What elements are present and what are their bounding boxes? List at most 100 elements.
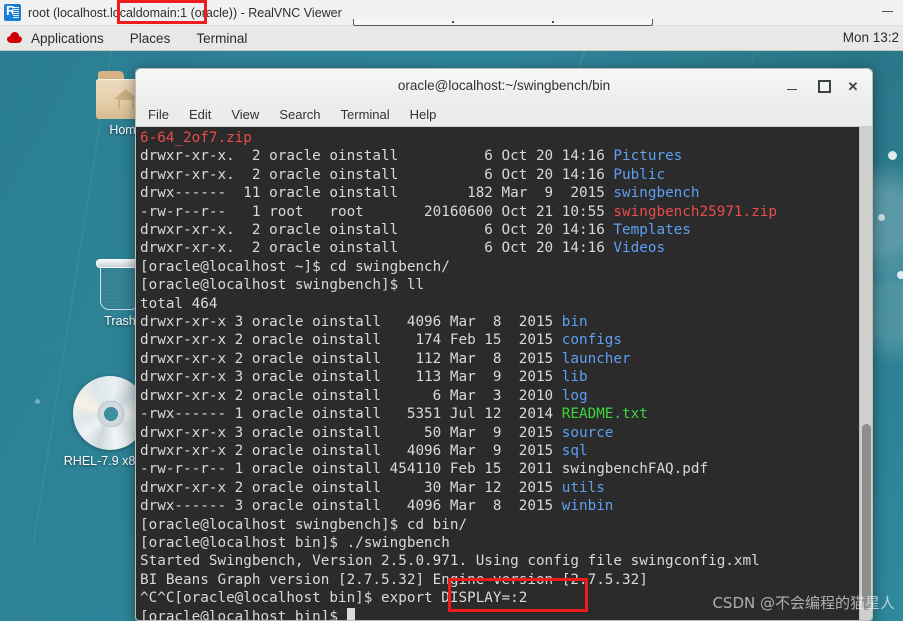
terminal-line: [oracle@localhost swingbench]$ cd bin/	[140, 516, 859, 534]
terminal-text: README.txt	[561, 406, 648, 423]
terminal-text: total 464	[140, 295, 218, 312]
desktop-icon-label-trash: Trash	[104, 314, 136, 328]
minimize-icon[interactable]	[784, 78, 800, 94]
terminal-cursor	[346, 607, 355, 620]
terminal-text: log	[561, 387, 588, 404]
terminal-text: drwxr-xr-x. 2 oracle oinstall 6 Oct 20 1…	[140, 222, 614, 239]
terminal-line: drwxr-xr-x 2 oracle oinstall 4096 Mar 9 …	[140, 442, 859, 460]
terminal-window-title: oracle@localhost:~/swingbench/bin	[397, 78, 611, 93]
terminal-line: -rw-r--r-- 1 oracle oinstall 454110 Feb …	[140, 460, 859, 478]
terminal-text: drwxr-xr-x 2 oracle oinstall 30 Mar 12 2…	[140, 479, 562, 496]
terminal-line: Started Swingbench, Version 2.5.0.971. U…	[140, 552, 859, 570]
vnc-toolbar-handle[interactable]	[353, 19, 653, 26]
vertical-scrollbar[interactable]	[859, 127, 872, 620]
terminal-text: drwxr-xr-x 3 oracle oinstall 113 Mar 9 2…	[140, 369, 562, 386]
terminal-text: drwx------ 3 oracle oinstall 4096 Mar 8 …	[140, 498, 562, 515]
terminal-text: launcher	[561, 350, 631, 367]
terminal-line: drwxr-xr-x 2 oracle oinstall 174 Feb 15 …	[140, 331, 859, 349]
terminal-menu-edit[interactable]: Edit	[189, 107, 211, 122]
terminal-titlebar[interactable]: oracle@localhost:~/swingbench/bin	[135, 68, 873, 102]
panel-menu-places[interactable]: Places	[130, 31, 171, 46]
gnome-top-panel: Applications Places Terminal Mon 13:2	[0, 26, 903, 51]
terminal-text: swingbench	[613, 185, 700, 202]
terminal-text: lib	[561, 369, 588, 386]
terminal-text: drwxr-xr-x. 2 oracle oinstall 6 Oct 20 1…	[140, 240, 614, 257]
terminal-text: drwxr-xr-x 2 oracle oinstall 4096 Mar 9 …	[140, 442, 562, 459]
terminal-menu-help[interactable]: Help	[410, 107, 437, 122]
terminal-menu-terminal[interactable]: Terminal	[341, 107, 390, 122]
wallpaper-dot	[35, 399, 40, 404]
terminal-line: 6-64_2of7.zip	[140, 129, 859, 147]
terminal-window[interactable]: oracle@localhost:~/swingbench/bin File E…	[135, 68, 873, 621]
close-icon[interactable]	[845, 78, 861, 94]
realvnc-logo-icon	[4, 3, 21, 21]
terminal-text: configs	[561, 332, 623, 349]
terminal-line: drwxr-xr-x. 2 oracle oinstall 6 Oct 20 1…	[140, 239, 859, 257]
terminal-text: drwx------ 11 oracle oinstall 182 Mar 9 …	[140, 185, 614, 202]
maximize-icon[interactable]	[816, 78, 832, 94]
terminal-line: drwxr-xr-x 2 oracle oinstall 6 Mar 3 201…	[140, 387, 859, 405]
terminal-text: winbin	[561, 498, 614, 515]
terminal-line: total 464	[140, 295, 859, 313]
terminal-line: [oracle@localhost bin]$ ./swingbench	[140, 534, 859, 552]
terminal-text: bin	[561, 314, 588, 331]
wallpaper-dot	[888, 151, 897, 160]
terminal-line: drwxr-xr-x 3 oracle oinstall 4096 Mar 8 …	[140, 313, 859, 331]
terminal-line: drwxr-xr-x. 2 oracle oinstall 6 Oct 20 1…	[140, 147, 859, 165]
terminal-text: ^C^C[oracle@localhost bin]$ export DISPL…	[140, 590, 528, 607]
terminal-body[interactable]: 6-64_2of7.zip drwxr-xr-x. 2 oracle oinsta…	[135, 127, 873, 621]
terminal-text: BI Beans Graph version [2.7.5.32] Engine…	[140, 571, 648, 588]
terminal-line: drwxr-xr-x 3 oracle oinstall 50 Mar 9 20…	[140, 424, 859, 442]
terminal-text: [oracle@localhost bin]$ ./swingbench	[140, 534, 450, 551]
wallpaper-dot	[878, 214, 885, 221]
terminal-text: swingbench25971.zip	[613, 203, 777, 220]
terminal-line: drwx------ 11 oracle oinstall 182 Mar 9 …	[140, 184, 859, 202]
terminal-line: BI Beans Graph version [2.7.5.32] Engine…	[140, 571, 859, 589]
scrollbar-thumb[interactable]	[862, 424, 871, 610]
terminal-text: source	[561, 424, 614, 441]
vnc-window-title: root (localhost.localdomain:1 (oracle)) …	[28, 5, 342, 20]
terminal-output[interactable]: 6-64_2of7.zip drwxr-xr-x. 2 oracle oinsta…	[136, 127, 859, 620]
terminal-line: ^C^C[oracle@localhost bin]$ export DISPL…	[140, 589, 859, 607]
terminal-line: [oracle@localhost bin]$	[140, 607, 859, 620]
terminal-text: Pictures	[613, 148, 683, 165]
terminal-text: Templates	[613, 222, 691, 239]
panel-clock[interactable]: Mon 13:2	[843, 30, 899, 45]
terminal-text: [oracle@localhost ~]$ cd swingbench/	[140, 258, 450, 275]
terminal-text: Videos	[613, 240, 666, 257]
terminal-line: -rwx------ 1 oracle oinstall 5351 Jul 12…	[140, 405, 859, 423]
terminal-text: utils	[561, 479, 605, 496]
terminal-menu-file[interactable]: File	[148, 107, 169, 122]
terminal-text: -rw-r--r-- 1 oracle oinstall 454110 Feb …	[140, 461, 709, 478]
minimize-icon[interactable]	[882, 11, 893, 12]
panel-menu-terminal[interactable]: Terminal	[196, 31, 247, 46]
terminal-line: drwx------ 3 oracle oinstall 4096 Mar 8 …	[140, 497, 859, 515]
terminal-text: [oracle@localhost bin]$	[140, 608, 347, 620]
terminal-text: [oracle@localhost swingbench]$ cd bin/	[140, 516, 468, 533]
terminal-text: Started Swingbench, Version 2.5.0.971. U…	[140, 553, 760, 570]
terminal-text: sql	[561, 442, 588, 459]
wallpaper-dot	[897, 271, 903, 279]
terminal-text: drwxr-xr-x 3 oracle oinstall 4096 Mar 8 …	[140, 314, 562, 331]
terminal-line: [oracle@localhost ~]$ cd swingbench/	[140, 258, 859, 276]
terminal-line: drwxr-xr-x 2 oracle oinstall 30 Mar 12 2…	[140, 479, 859, 497]
terminal-text: drwxr-xr-x. 2 oracle oinstall 6 Oct 20 1…	[140, 166, 614, 183]
terminal-text: drwxr-xr-x 2 oracle oinstall 112 Mar 8 2…	[140, 350, 562, 367]
terminal-text: drwxr-xr-x 3 oracle oinstall 50 Mar 9 20…	[140, 424, 562, 441]
terminal-text: drwxr-xr-x. 2 oracle oinstall 6 Oct 20 1…	[140, 148, 614, 165]
terminal-text: Public	[613, 166, 666, 183]
terminal-line: drwxr-xr-x. 2 oracle oinstall 6 Oct 20 1…	[140, 221, 859, 239]
panel-menu-applications[interactable]: Applications	[31, 31, 104, 46]
terminal-line: drwxr-xr-x. 2 oracle oinstall 6 Oct 20 1…	[140, 166, 859, 184]
terminal-menu-search[interactable]: Search	[279, 107, 320, 122]
terminal-menubar: File Edit View Search Terminal Help	[135, 102, 873, 127]
terminal-line: drwxr-xr-x 3 oracle oinstall 113 Mar 9 2…	[140, 368, 859, 386]
terminal-line: drwxr-xr-x 2 oracle oinstall 112 Mar 8 2…	[140, 350, 859, 368]
terminal-text: [oracle@localhost swingbench]$ ll	[140, 277, 425, 294]
terminal-menu-view[interactable]: View	[231, 107, 259, 122]
terminal-line: -rw-r--r-- 1 root root 20160600 Oct 21 1…	[140, 203, 859, 221]
terminal-text: 6-64_2of7.zip	[140, 130, 252, 146]
terminal-text: -rwx------ 1 oracle oinstall 5351 Jul 12…	[140, 406, 562, 423]
redhat-logo-icon	[6, 32, 23, 44]
terminal-text: drwxr-xr-x 2 oracle oinstall 6 Mar 3 201…	[140, 387, 562, 404]
